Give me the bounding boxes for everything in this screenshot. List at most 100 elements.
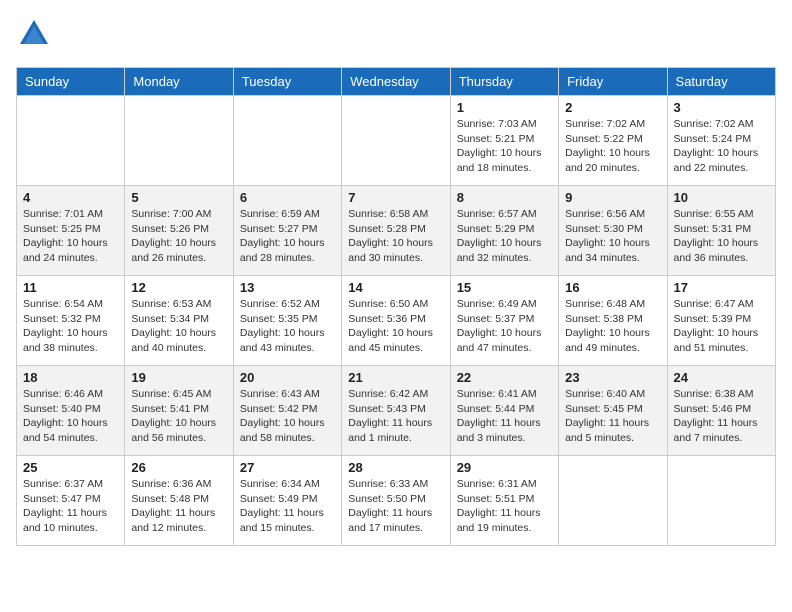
calendar-cell: 22 Sunrise: 6:41 AMSunset: 5:44 PMDayligh… <box>450 366 558 456</box>
calendar-cell <box>667 456 775 546</box>
day-number: 11 <box>23 280 118 295</box>
day-number: 21 <box>348 370 443 385</box>
day-number: 16 <box>565 280 660 295</box>
calendar-cell: 9 Sunrise: 6:56 AMSunset: 5:30 PMDaylight… <box>559 186 667 276</box>
day-info: Sunrise: 6:59 AMSunset: 5:27 PMDaylight:… <box>240 207 335 266</box>
day-number: 9 <box>565 190 660 205</box>
calendar-cell: 20 Sunrise: 6:43 AMSunset: 5:42 PMDayligh… <box>233 366 341 456</box>
day-number: 25 <box>23 460 118 475</box>
calendar-cell <box>559 456 667 546</box>
day-info: Sunrise: 6:55 AMSunset: 5:31 PMDaylight:… <box>674 207 769 266</box>
calendar-cell: 8 Sunrise: 6:57 AMSunset: 5:29 PMDaylight… <box>450 186 558 276</box>
calendar-cell: 6 Sunrise: 6:59 AMSunset: 5:27 PMDaylight… <box>233 186 341 276</box>
calendar-cell: 17 Sunrise: 6:47 AMSunset: 5:39 PMDayligh… <box>667 276 775 366</box>
calendar-week-1: 1 Sunrise: 7:03 AMSunset: 5:21 PMDaylight… <box>17 96 776 186</box>
day-info: Sunrise: 6:54 AMSunset: 5:32 PMDaylight:… <box>23 297 118 356</box>
day-number: 29 <box>457 460 552 475</box>
day-number: 19 <box>131 370 226 385</box>
calendar-header-row: SundayMondayTuesdayWednesdayThursdayFrid… <box>17 68 776 96</box>
calendar-cell: 11 Sunrise: 6:54 AMSunset: 5:32 PMDayligh… <box>17 276 125 366</box>
header <box>16 16 776 57</box>
day-number: 2 <box>565 100 660 115</box>
calendar-cell: 26Sunrise: 6:36 AMSunset: 5:48 PMDayligh… <box>125 456 233 546</box>
day-number: 7 <box>348 190 443 205</box>
calendar-cell: 18 Sunrise: 6:46 AMSunset: 5:40 PMDayligh… <box>17 366 125 456</box>
calendar-cell: 16 Sunrise: 6:48 AMSunset: 5:38 PMDayligh… <box>559 276 667 366</box>
calendar-week-5: 25 Sunrise: 6:37 AMSunset: 5:47 PMDayligh… <box>17 456 776 546</box>
calendar-cell <box>17 96 125 186</box>
day-info: Sunrise: 6:40 AMSunset: 5:45 PMDaylight:… <box>565 387 660 446</box>
day-of-week-friday: Friday <box>559 68 667 96</box>
calendar-cell <box>233 96 341 186</box>
day-of-week-sunday: Sunday <box>17 68 125 96</box>
day-info: Sunrise: 7:02 AMSunset: 5:22 PMDaylight:… <box>565 117 660 176</box>
day-number: 24 <box>674 370 769 385</box>
day-number: 8 <box>457 190 552 205</box>
day-number: 20 <box>240 370 335 385</box>
day-number: 1 <box>457 100 552 115</box>
calendar-week-4: 18 Sunrise: 6:46 AMSunset: 5:40 PMDayligh… <box>17 366 776 456</box>
day-number: 26 <box>131 460 226 475</box>
day-number: 10 <box>674 190 769 205</box>
calendar-cell: 12Sunrise: 6:53 AMSunset: 5:34 PMDayligh… <box>125 276 233 366</box>
day-info: Sunrise: 6:34 AMSunset: 5:49 PMDaylight:… <box>240 477 335 536</box>
calendar-cell: 2 Sunrise: 7:02 AMSunset: 5:22 PMDaylight… <box>559 96 667 186</box>
calendar-cell: 23 Sunrise: 6:40 AMSunset: 5:45 PMDayligh… <box>559 366 667 456</box>
day-number: 6 <box>240 190 335 205</box>
day-number: 22 <box>457 370 552 385</box>
calendar: SundayMondayTuesdayWednesdayThursdayFrid… <box>16 67 776 546</box>
calendar-cell: 25 Sunrise: 6:37 AMSunset: 5:47 PMDayligh… <box>17 456 125 546</box>
calendar-cell: 21 Sunrise: 6:42 AMSunset: 5:43 PMDayligh… <box>342 366 450 456</box>
day-number: 15 <box>457 280 552 295</box>
day-number: 13 <box>240 280 335 295</box>
day-of-week-wednesday: Wednesday <box>342 68 450 96</box>
day-number: 28 <box>348 460 443 475</box>
calendar-cell: 7Sunrise: 6:58 AMSunset: 5:28 PMDaylight… <box>342 186 450 276</box>
calendar-cell: 29 Sunrise: 6:31 AMSunset: 5:51 PMDayligh… <box>450 456 558 546</box>
day-number: 27 <box>240 460 335 475</box>
calendar-week-2: 4 Sunrise: 7:01 AMSunset: 5:25 PMDaylight… <box>17 186 776 276</box>
calendar-cell: 1 Sunrise: 7:03 AMSunset: 5:21 PMDaylight… <box>450 96 558 186</box>
day-info: Sunrise: 6:37 AMSunset: 5:47 PMDaylight:… <box>23 477 118 536</box>
day-info: Sunrise: 6:43 AMSunset: 5:42 PMDaylight:… <box>240 387 335 446</box>
calendar-week-3: 11 Sunrise: 6:54 AMSunset: 5:32 PMDayligh… <box>17 276 776 366</box>
day-info: Sunrise: 6:50 AMSunset: 5:36 PMDaylight:… <box>348 297 443 356</box>
calendar-cell: 10 Sunrise: 6:55 AMSunset: 5:31 PMDayligh… <box>667 186 775 276</box>
calendar-cell: 27 Sunrise: 6:34 AMSunset: 5:49 PMDayligh… <box>233 456 341 546</box>
day-number: 18 <box>23 370 118 385</box>
day-number: 17 <box>674 280 769 295</box>
logo <box>16 16 56 57</box>
day-info: Sunrise: 6:31 AMSunset: 5:51 PMDaylight:… <box>457 477 552 536</box>
day-of-week-saturday: Saturday <box>667 68 775 96</box>
day-number: 4 <box>23 190 118 205</box>
calendar-cell <box>125 96 233 186</box>
day-info: Sunrise: 7:00 AMSunset: 5:26 PMDaylight:… <box>131 207 226 266</box>
day-info: Sunrise: 6:41 AMSunset: 5:44 PMDaylight:… <box>457 387 552 446</box>
day-number: 23 <box>565 370 660 385</box>
day-info: Sunrise: 6:42 AMSunset: 5:43 PMDaylight:… <box>348 387 443 446</box>
calendar-cell: 24 Sunrise: 6:38 AMSunset: 5:46 PMDayligh… <box>667 366 775 456</box>
day-info: Sunrise: 6:45 AMSunset: 5:41 PMDaylight:… <box>131 387 226 446</box>
day-info: Sunrise: 6:38 AMSunset: 5:46 PMDaylight:… <box>674 387 769 446</box>
day-info: Sunrise: 6:33 AMSunset: 5:50 PMDaylight:… <box>348 477 443 536</box>
day-info: Sunrise: 7:02 AMSunset: 5:24 PMDaylight:… <box>674 117 769 176</box>
day-info: Sunrise: 6:47 AMSunset: 5:39 PMDaylight:… <box>674 297 769 356</box>
day-info: Sunrise: 7:01 AMSunset: 5:25 PMDaylight:… <box>23 207 118 266</box>
calendar-cell: 4 Sunrise: 7:01 AMSunset: 5:25 PMDaylight… <box>17 186 125 276</box>
day-info: Sunrise: 6:52 AMSunset: 5:35 PMDaylight:… <box>240 297 335 356</box>
day-of-week-monday: Monday <box>125 68 233 96</box>
day-number: 14 <box>348 280 443 295</box>
day-info: Sunrise: 6:56 AMSunset: 5:30 PMDaylight:… <box>565 207 660 266</box>
logo-icon <box>16 16 52 57</box>
day-number: 3 <box>674 100 769 115</box>
calendar-cell <box>342 96 450 186</box>
calendar-cell: 28 Sunrise: 6:33 AMSunset: 5:50 PMDayligh… <box>342 456 450 546</box>
calendar-cell: 13 Sunrise: 6:52 AMSunset: 5:35 PMDayligh… <box>233 276 341 366</box>
day-number: 5 <box>131 190 226 205</box>
calendar-cell: 19 Sunrise: 6:45 AMSunset: 5:41 PMDayligh… <box>125 366 233 456</box>
day-info: Sunrise: 7:03 AMSunset: 5:21 PMDaylight:… <box>457 117 552 176</box>
calendar-cell: 3 Sunrise: 7:02 AMSunset: 5:24 PMDaylight… <box>667 96 775 186</box>
day-info: Sunrise: 6:57 AMSunset: 5:29 PMDaylight:… <box>457 207 552 266</box>
day-info: Sunrise: 6:46 AMSunset: 5:40 PMDaylight:… <box>23 387 118 446</box>
day-info: Sunrise: 6:48 AMSunset: 5:38 PMDaylight:… <box>565 297 660 356</box>
